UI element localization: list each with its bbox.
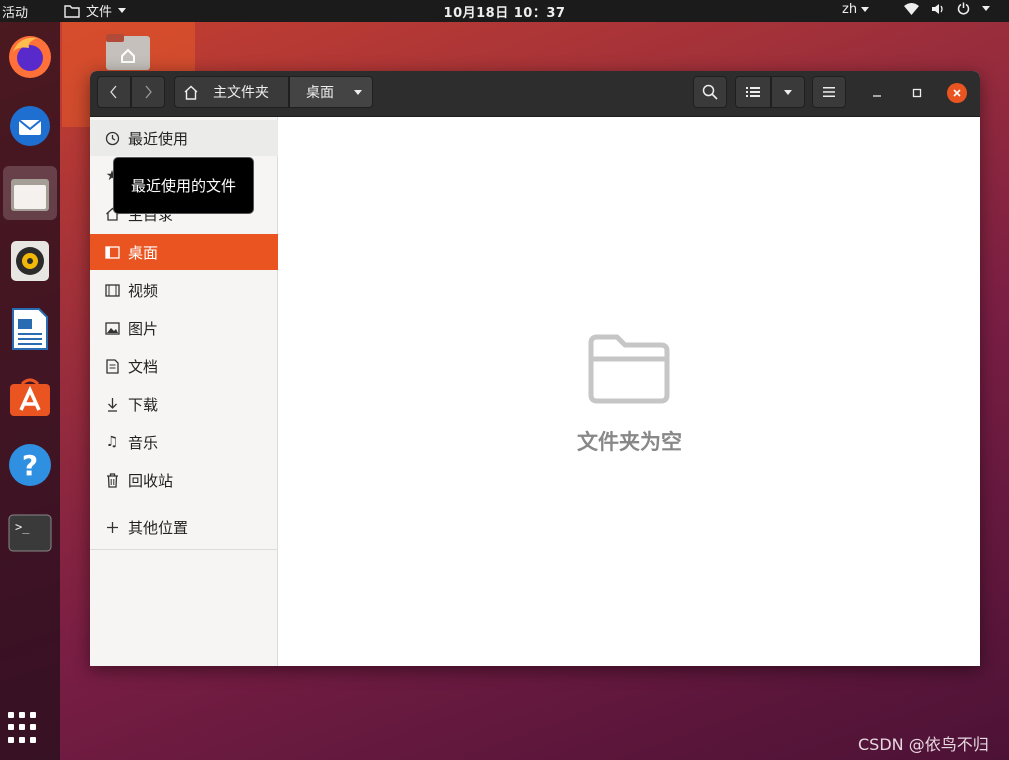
sidebar-item-label: 最近使用: [128, 129, 189, 148]
help-icon: ?: [9, 444, 51, 486]
dock-writer[interactable]: [3, 302, 57, 356]
chevron-right-icon: [145, 85, 152, 99]
home-folder-icon: [106, 34, 150, 70]
dock-firefox[interactable]: [3, 30, 57, 84]
dock-files[interactable]: [3, 166, 57, 220]
show-applications-button[interactable]: [8, 712, 40, 744]
rhythmbox-icon: [11, 241, 49, 281]
chevron-down-icon: [982, 6, 990, 11]
dock-help[interactable]: ?: [3, 438, 57, 492]
sidebar-item-documents[interactable]: 文档: [90, 348, 278, 384]
libreoffice-writer-icon: [12, 308, 48, 350]
sidebar-item-trash[interactable]: 回收站: [90, 462, 278, 498]
wifi-icon: [904, 2, 919, 15]
back-button[interactable]: [97, 76, 131, 108]
breadcrumb-home[interactable]: 主文件夹: [174, 76, 289, 108]
watermark: CSDN @依鸟不归: [858, 735, 989, 754]
picture-icon: [104, 320, 120, 336]
sidebar-item-recent[interactable]: 最近使用: [90, 120, 278, 156]
sidebar-item-videos[interactable]: 视频: [90, 272, 278, 308]
sidebar-item-label: 桌面: [128, 243, 159, 262]
system-tray[interactable]: [904, 2, 990, 15]
sidebar-item-label: 视频: [128, 281, 159, 300]
tooltip: 最近使用的文件: [113, 157, 254, 214]
sidebar-item-downloads[interactable]: 下载: [90, 386, 278, 422]
empty-folder-icon: [588, 334, 670, 404]
help-glyph: ?: [22, 449, 38, 482]
input-lang-label: zh: [842, 2, 858, 17]
hamburger-menu-icon: [823, 87, 835, 97]
desktop-icon: [104, 244, 120, 260]
sidebar-item-label: 文档: [128, 357, 159, 376]
dock-terminal[interactable]: >_: [3, 506, 57, 560]
music-icon: ♫: [105, 434, 119, 450]
breadcrumb-current-label: 桌面: [306, 85, 334, 101]
plus-icon: [104, 519, 120, 535]
clock-icon: [104, 130, 120, 146]
chevron-down-icon: [784, 89, 792, 95]
sidebar-item-label: 音乐: [128, 433, 159, 452]
sidebar-separator: [90, 549, 278, 550]
sidebar-item-music[interactable]: ♫ 音乐: [90, 424, 278, 460]
sidebar-item-pictures[interactable]: 图片: [90, 310, 278, 346]
video-icon: [104, 282, 120, 298]
breadcrumb-current[interactable]: 桌面: [289, 76, 373, 108]
close-icon: [953, 89, 961, 97]
chevron-down-icon: [354, 89, 362, 95]
list-view-button[interactable]: [735, 76, 771, 108]
sidebar-item-label: 下载: [128, 395, 159, 414]
sidebar-item-desktop[interactable]: 桌面: [90, 234, 278, 270]
chevron-left-icon: [110, 85, 117, 99]
power-icon: [957, 2, 970, 15]
terminal-prompt: >_: [15, 520, 30, 534]
files-icon: [11, 179, 49, 211]
dock: ? >_: [0, 22, 60, 760]
maximize-button[interactable]: [907, 83, 927, 103]
list-view-icon: [746, 87, 760, 97]
search-icon: [702, 84, 718, 100]
top-bar: 活动 文件 10月18日 10：37 zh: [0, 0, 1009, 22]
download-icon: [104, 396, 120, 412]
dock-thunderbird[interactable]: [3, 98, 57, 152]
forward-button[interactable]: [131, 76, 165, 108]
minimize-icon: [873, 95, 881, 97]
chevron-down-icon: [861, 7, 870, 12]
dock-rhythmbox[interactable]: [3, 234, 57, 288]
sidebar-item-label: 图片: [128, 319, 159, 338]
dock-software[interactable]: [3, 370, 57, 424]
document-icon: [104, 358, 120, 374]
software-center-icon: [10, 378, 50, 416]
sidebar-item-label: 其他位置: [128, 518, 189, 537]
search-button[interactable]: [693, 76, 727, 108]
empty-folder-message: 文件夹为空: [577, 430, 682, 454]
home-icon: [184, 85, 198, 100]
close-button[interactable]: [947, 83, 967, 103]
minimize-button[interactable]: [867, 83, 887, 103]
view-options-button[interactable]: [771, 76, 805, 108]
thunderbird-icon: [10, 106, 50, 146]
sidebar-item-label: 回收站: [128, 471, 174, 490]
breadcrumb-home-label: 主文件夹: [213, 85, 269, 101]
sidebar-item-other-locations[interactable]: 其他位置: [90, 509, 278, 545]
main-menu-button[interactable]: [812, 76, 846, 108]
input-method-menu[interactable]: zh: [842, 2, 870, 17]
maximize-icon: [912, 88, 922, 98]
header-bar: 主文件夹 桌面: [90, 71, 980, 117]
file-view[interactable]: 文件夹为空: [279, 117, 980, 666]
trash-icon: [104, 472, 120, 488]
firefox-icon: [9, 36, 51, 78]
terminal-icon: >_: [8, 514, 52, 552]
volume-icon: [932, 3, 943, 14]
